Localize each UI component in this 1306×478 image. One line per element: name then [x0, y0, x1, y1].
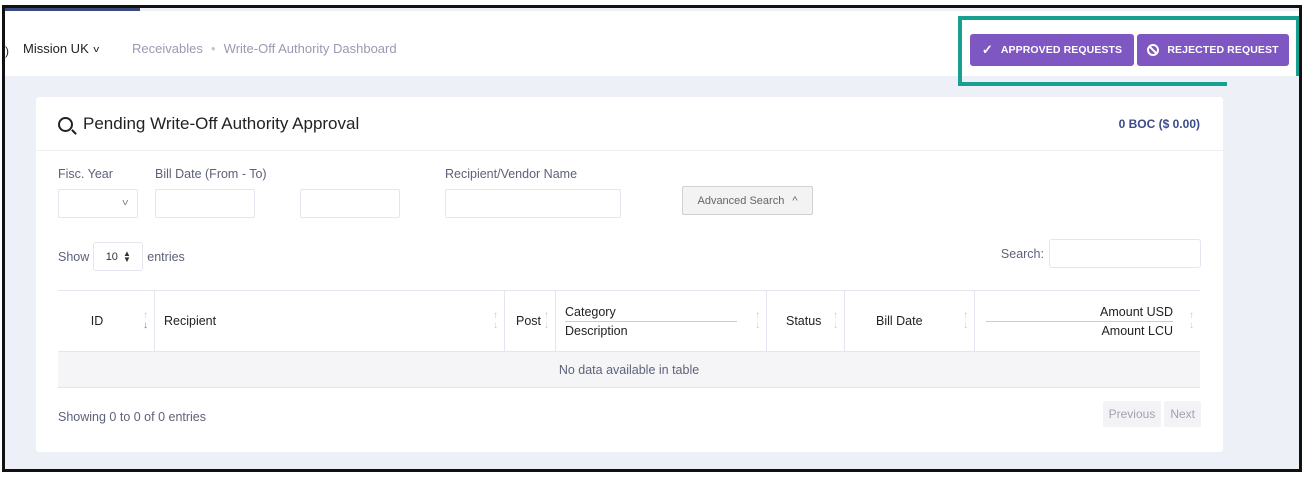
show-label: Show	[58, 249, 90, 264]
card-title: Pending Write-Off Authority Approval	[58, 114, 359, 134]
bill-date-from-input[interactable]	[155, 189, 255, 218]
column-amount-lcu-label: Amount LCU	[1101, 323, 1173, 338]
org-name: Mission UK	[23, 41, 89, 56]
sort-icon: ↑ ↓	[833, 310, 838, 331]
table-search-input[interactable]	[1049, 239, 1201, 268]
empty-table-message: No data available in table	[558, 362, 700, 377]
card-header: Pending Write-Off Authority Approval 0 B…	[36, 97, 1223, 151]
org-selector[interactable]: Mission UK v	[23, 41, 99, 56]
app-window: ) Mission UK v Receivables ● Write-Off A…	[2, 5, 1302, 472]
table-header: ID ↑ ↓ Recipient ↑ ↓ Post ↑ ↓ Category Desc…	[58, 291, 1200, 352]
chevron-down-icon: v	[93, 43, 99, 54]
chevron-up-icon: ^	[792, 194, 798, 207]
breadcrumb-receivables[interactable]: Receivables	[132, 41, 203, 56]
column-status[interactable]: Status ↑ ↓	[767, 291, 845, 351]
approved-requests-button[interactable]: ✓ APPROVED REQUESTS	[970, 34, 1134, 66]
column-category-label: Category	[565, 304, 616, 319]
column-recipient[interactable]: Recipient ↑ ↓	[155, 291, 505, 351]
sort-icon: ↑ ↓	[143, 310, 148, 331]
requests-table: ID ↑ ↓ Recipient ↑ ↓ Post ↑ ↓ Category Desc…	[58, 290, 1200, 388]
next-button[interactable]: Next	[1164, 401, 1201, 427]
column-status-label: Status	[786, 314, 822, 328]
sort-icon: ↑ ↓	[755, 310, 760, 331]
table-info: Showing 0 to 0 of 0 entries	[58, 410, 207, 424]
advanced-search-button[interactable]: Advanced Search ^	[682, 186, 813, 215]
total-amount: 0 BOC ($ 0.00)	[1118, 117, 1200, 131]
sort-icon: ↑ ↓	[963, 310, 968, 331]
sort-icon: ↑ ↓	[544, 310, 549, 331]
column-recipient-label: Recipient	[164, 314, 217, 328]
search-label: Search:	[1000, 246, 1044, 261]
card-title-text: Pending Write-Off Authority Approval	[83, 114, 360, 133]
breadcrumb-separator: ●	[210, 44, 216, 53]
column-amount-usd-label: Amount USD	[1100, 304, 1173, 319]
column-description-label: Description	[565, 323, 628, 338]
column-bill-date[interactable]: Bill Date ↑ ↓	[845, 291, 975, 351]
page-length-control: Show 10 ▲ ▼ entries	[58, 242, 185, 271]
recipient-label: Recipient/Vendor Name	[445, 167, 578, 181]
column-id[interactable]: ID ↑ ↓	[58, 291, 155, 351]
column-id-label: ID	[90, 314, 104, 328]
page-length-value: 10	[105, 250, 118, 263]
column-bill-date-label: Bill Date	[876, 314, 923, 328]
column-category-description[interactable]: Category Description ↑ ↓	[556, 291, 767, 351]
previous-button[interactable]: Previous	[1102, 401, 1162, 427]
check-icon: ✓	[981, 42, 993, 57]
edge-glyph: )	[5, 44, 9, 58]
sort-icon: ↑ ↓	[1189, 310, 1194, 331]
advanced-search-label: Advanced Search	[697, 194, 785, 207]
search-icon	[58, 116, 73, 132]
fiscal-year-select[interactable]: v	[58, 189, 138, 218]
table-search: Search:	[1001, 239, 1201, 268]
bill-date-label: Bill Date (From - To)	[155, 167, 267, 181]
column-post-label: Post	[516, 314, 542, 328]
breadcrumb: Receivables ● Write-Off Authority Dashbo…	[132, 41, 397, 56]
approved-requests-label: APPROVED REQUESTS	[1000, 44, 1123, 56]
rejected-request-label: REJECTED REQUEST	[1167, 44, 1279, 56]
sort-updown-icon: ▲ ▼	[122, 248, 131, 264]
column-post[interactable]: Post ↑ ↓	[505, 291, 556, 351]
pending-approval-card: Pending Write-Off Authority Approval 0 B…	[36, 97, 1223, 452]
sort-icon: ↑ ↓	[493, 310, 498, 331]
page-length-select[interactable]: 10 ▲ ▼	[93, 242, 144, 271]
pagination: Previous Next	[1102, 401, 1201, 427]
recipient-input[interactable]	[445, 189, 621, 218]
empty-table-row: No data available in table	[58, 352, 1200, 388]
chevron-down-icon: v	[121, 197, 128, 207]
bill-date-to-input[interactable]	[300, 189, 400, 218]
fiscal-year-label: Fisc. Year	[58, 167, 113, 181]
page-gutter	[1227, 76, 1299, 469]
entries-label: entries	[147, 249, 185, 264]
rejected-request-button[interactable]: REJECTED REQUEST	[1137, 34, 1289, 66]
column-amount[interactable]: Amount USD Amount LCU ↑ ↓	[975, 291, 1200, 351]
breadcrumb-current: Write-Off Authority Dashboard	[223, 41, 397, 56]
ban-icon	[1147, 44, 1160, 56]
